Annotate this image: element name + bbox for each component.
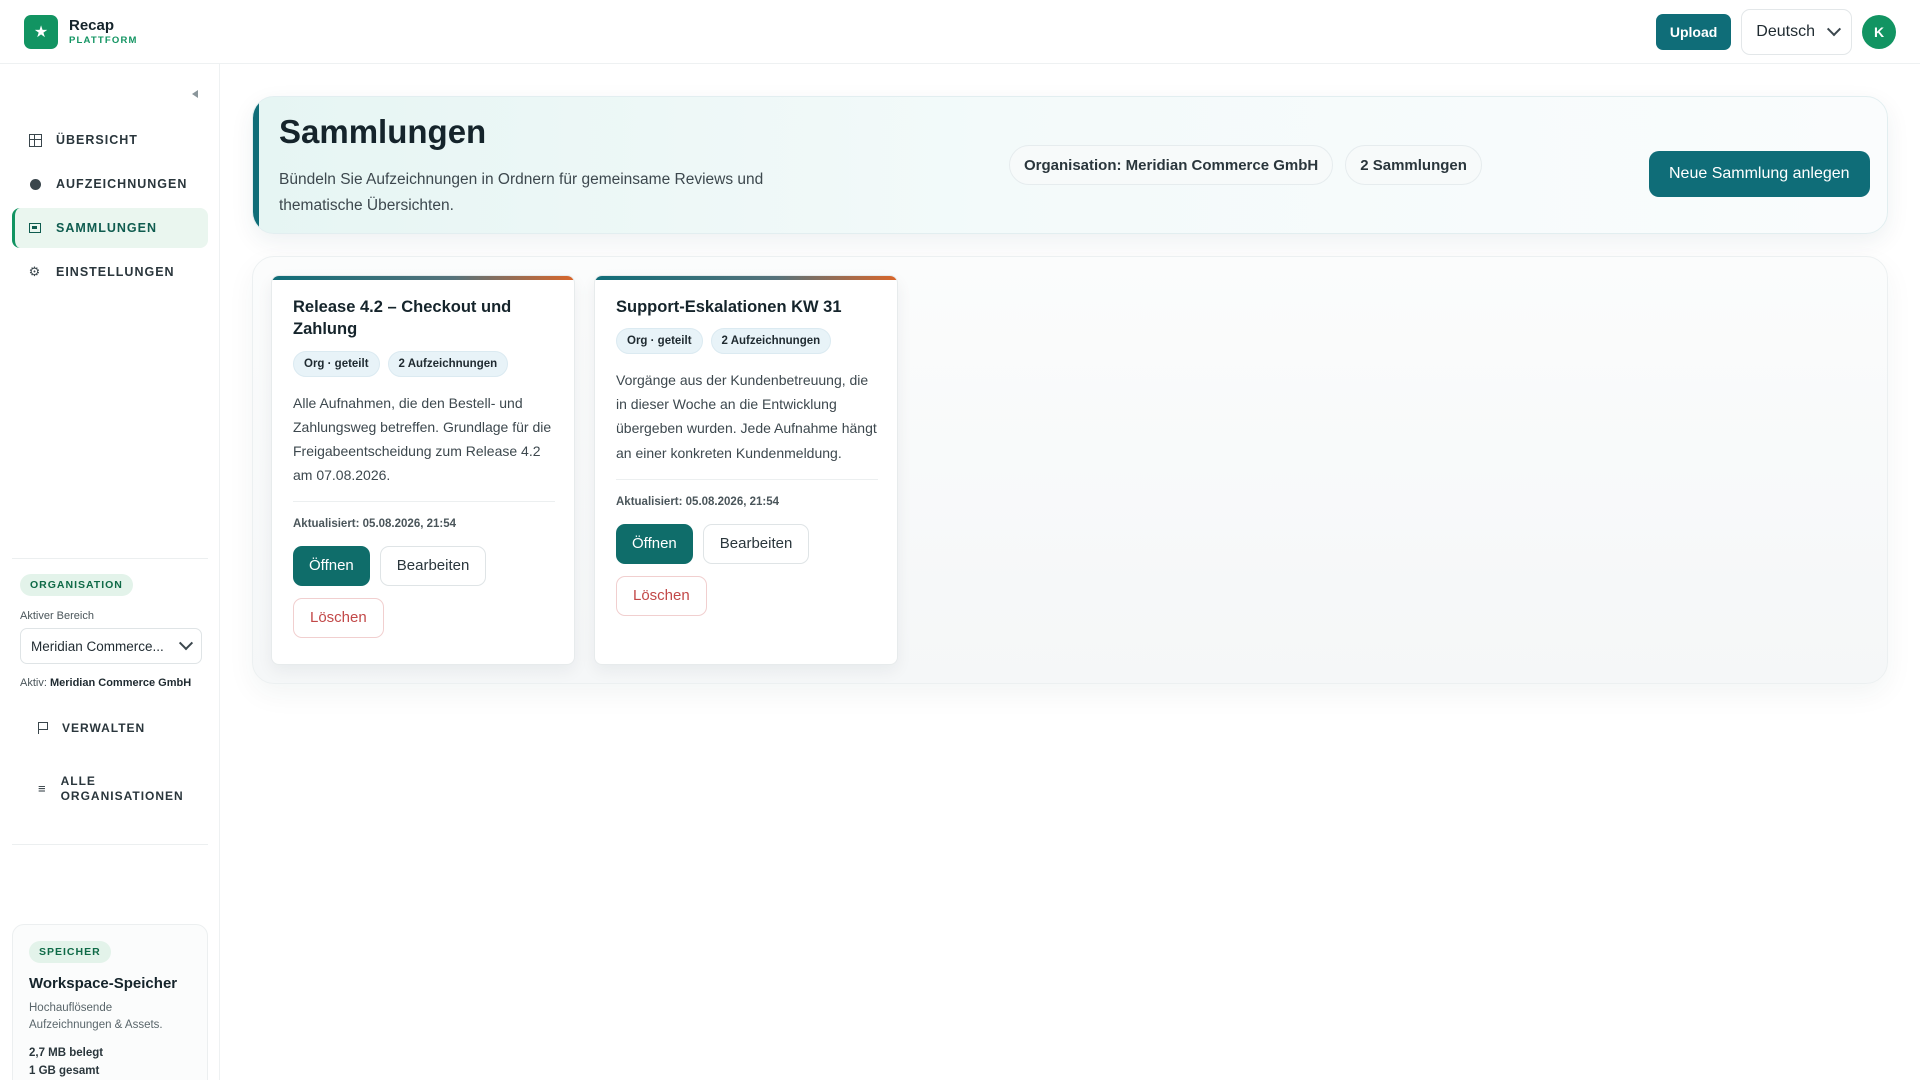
list-icon: ≡ <box>38 780 47 796</box>
organisation-select[interactable]: Meridian Commerce... <box>20 628 202 664</box>
card-accent-line <box>595 276 897 280</box>
hero-accent-bar <box>253 97 259 233</box>
manage-organisation-link[interactable]: VERWALTEN <box>20 721 202 736</box>
sidebar-nav: ÜBERSICHT AUFZEICHNUNGEN SAMMLUNGEN ⚙ EI… <box>12 120 208 296</box>
new-collection-button[interactable]: Neue Sammlung anlegen <box>1649 151 1870 197</box>
organisation-badge: ORGANISATION <box>20 574 133 596</box>
collection-card: Support-Eskalationen KW 31 Org · geteilt… <box>594 275 898 665</box>
edit-collection-button[interactable]: Bearbeiten <box>702 523 810 564</box>
storage-description: Hochauflösende Aufzeichnungen & Assets. <box>29 1002 163 1032</box>
collection-updated: Aktualisiert: 05.08.2026, 21:54 <box>616 495 780 508</box>
active-organisation: Aktiv: Meridian Commerce GmbH <box>20 677 192 689</box>
grid-icon <box>28 133 42 147</box>
sidebar-item-label: AUFZEICHNUNGEN <box>56 177 188 191</box>
chevron-down-icon <box>1826 21 1842 36</box>
flag-icon <box>38 722 48 735</box>
open-collection-button[interactable]: Öffnen <box>616 523 693 564</box>
sidebar-item-label: ÜBERSICHT <box>56 133 138 147</box>
brand[interactable]: ★ Recap PLATTFORM <box>24 14 138 49</box>
brand-name: Recap <box>69 16 115 34</box>
page-description: Bündeln Sie Aufzeichnungen in Ordnern fü… <box>279 171 764 215</box>
open-collection-button[interactable]: Öffnen <box>293 545 370 586</box>
collections-grid: Release 4.2 – Checkout und Zahlung Org ·… <box>252 256 1888 684</box>
storage-badge: SPEICHER <box>29 941 111 963</box>
edit-collection-button[interactable]: Bearbeiten <box>379 545 487 586</box>
storage-card: SPEICHER Workspace-Speicher Hochauflösen… <box>12 924 208 1080</box>
card-accent-line <box>272 276 574 280</box>
sidebar-item-einstellungen[interactable]: ⚙ EINSTELLUNGEN <box>12 252 208 292</box>
gear-icon: ⚙ <box>28 264 42 279</box>
avatar[interactable]: K <box>1862 14 1896 49</box>
collection-card: Release 4.2 – Checkout und Zahlung Org ·… <box>271 275 575 665</box>
sidebar-item-uebersicht[interactable]: ÜBERSICHT <box>12 120 208 160</box>
chevron-down-icon <box>178 636 194 651</box>
brand-subtitle: PLATTFORM <box>69 34 138 46</box>
shared-tag: Org · geteilt <box>616 328 703 355</box>
delete-collection-button[interactable]: Löschen <box>293 597 384 638</box>
sidebar-item-aufzeichnungen[interactable]: AUFZEICHNUNGEN <box>12 164 208 204</box>
folder-icon <box>28 221 42 235</box>
language-value: Deutsch <box>1756 22 1815 40</box>
recordings-count-tag: 2 Aufzeichnungen <box>387 350 509 377</box>
organisation-section: ORGANISATION Aktiver Bereich Meridian Co… <box>20 574 202 804</box>
collection-title: Support-Eskalationen KW 31 <box>616 298 842 316</box>
card-divider <box>616 478 878 480</box>
record-icon <box>28 177 42 191</box>
active-organisation-name: Meridian Commerce GmbH <box>49 677 192 689</box>
storage-used: 2,7 MB belegt <box>29 1046 104 1059</box>
collections-hero: Sammlungen Bündeln Sie Aufzeichnungen in… <box>252 96 1888 234</box>
storage-title: Workspace-Speicher <box>29 975 178 992</box>
language-select[interactable]: Deutsch <box>1741 8 1852 55</box>
brand-logo-icon: ★ <box>24 14 58 49</box>
sidebar-item-sammlungen[interactable]: SAMMLUNGEN <box>12 208 208 248</box>
collection-count-badge: 2 Sammlungen <box>1345 145 1482 185</box>
collapse-sidebar-icon[interactable] <box>192 90 198 98</box>
delete-collection-button[interactable]: Löschen <box>616 575 707 616</box>
collection-description: Alle Aufnahmen, die den Bestell- und Zah… <box>293 394 552 483</box>
upload-button[interactable]: Upload <box>1655 13 1732 50</box>
active-area-label: Aktiver Bereich <box>20 610 94 622</box>
storage-total: 1 GB gesamt <box>29 1064 100 1077</box>
page-title: Sammlungen <box>279 113 487 150</box>
collection-description: Vorgänge aus der Kundenbetreuung, die in… <box>616 372 877 461</box>
sidebar-divider <box>12 558 208 559</box>
sidebar-divider <box>12 844 208 845</box>
shared-tag: Org · geteilt <box>293 350 380 377</box>
recordings-count-tag: 2 Aufzeichnungen <box>710 328 832 355</box>
sidebar-item-label: EINSTELLUNGEN <box>56 265 175 279</box>
top-bar: ★ Recap PLATTFORM Upload Deutsch K <box>0 0 1920 64</box>
sidebar: ÜBERSICHT AUFZEICHNUNGEN SAMMLUNGEN ⚙ EI… <box>0 64 220 1080</box>
all-organisations-link[interactable]: ≡ ALLE ORGANISATIONEN <box>20 774 202 804</box>
collection-updated: Aktualisiert: 05.08.2026, 21:54 <box>293 517 457 530</box>
organisation-select-value: Meridian Commerce... <box>31 638 164 654</box>
organisation-badge: Organisation: Meridian Commerce GmbH <box>1009 145 1334 185</box>
sidebar-item-label: SAMMLUNGEN <box>56 221 157 235</box>
card-divider <box>293 500 555 502</box>
collection-title: Release 4.2 – Checkout und Zahlung <box>293 298 512 339</box>
